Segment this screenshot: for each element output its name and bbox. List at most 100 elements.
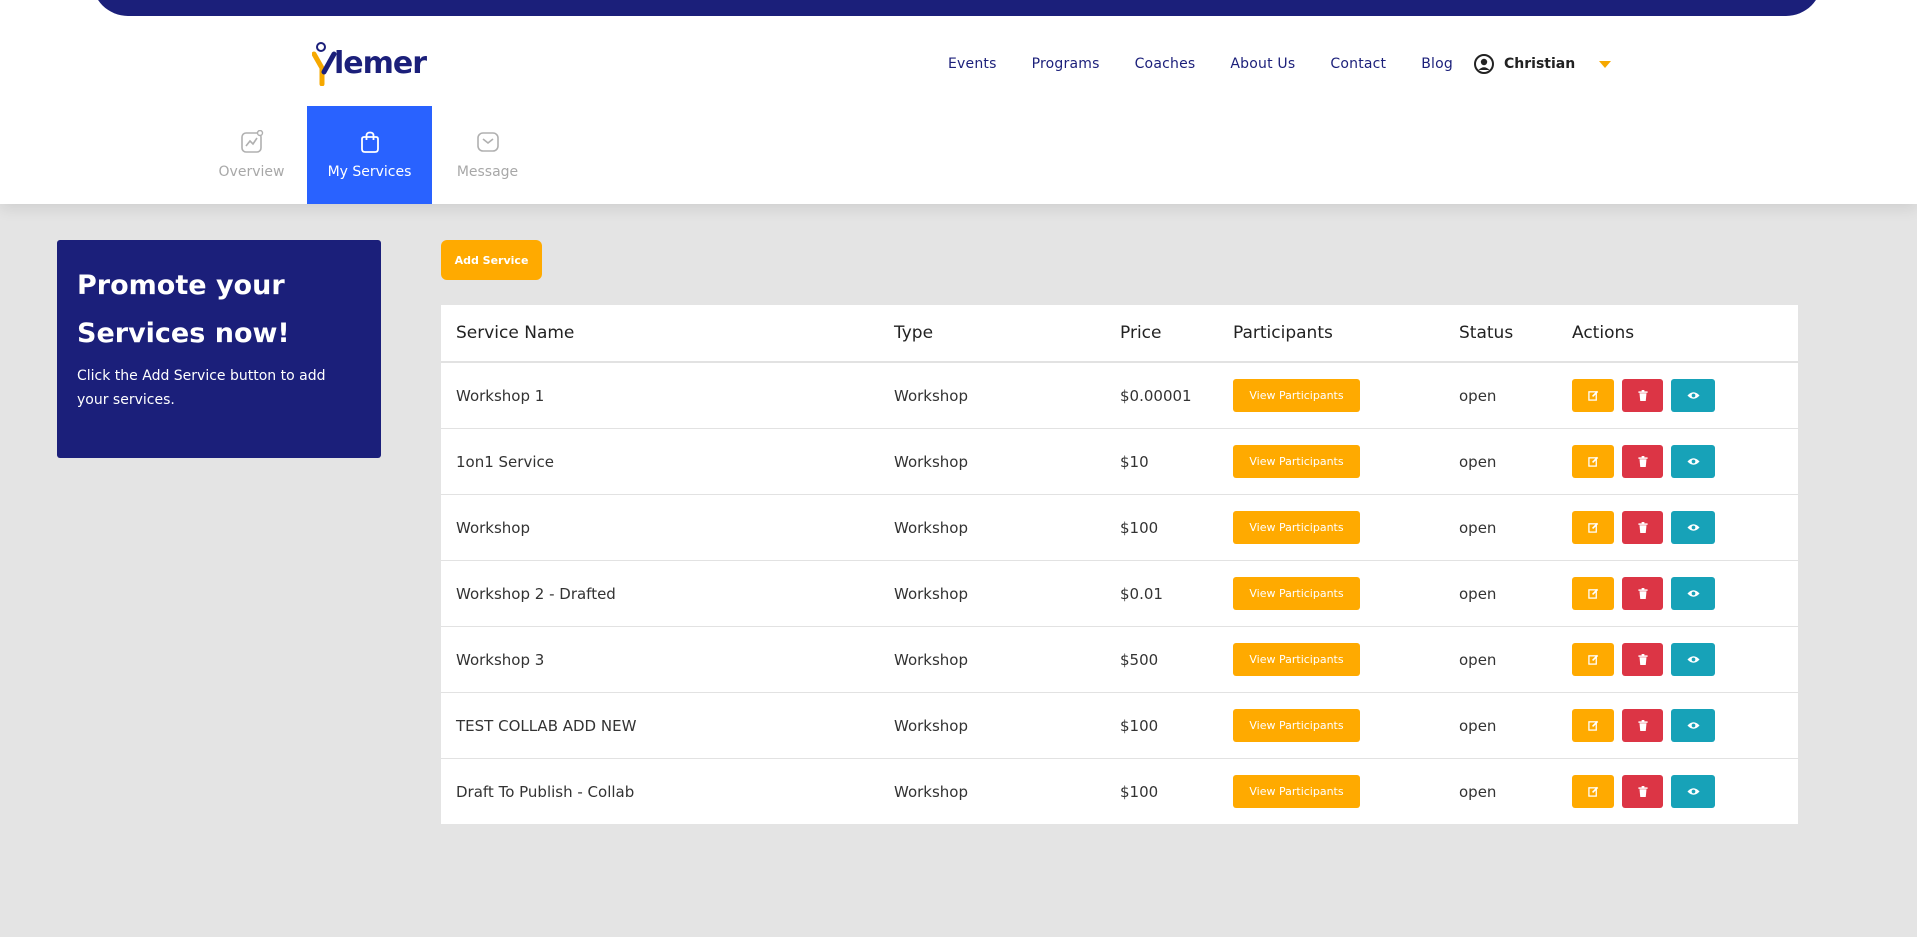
delete-button[interactable] bbox=[1622, 511, 1663, 544]
nav-events[interactable]: Events bbox=[948, 56, 997, 72]
service-price: $10 bbox=[1120, 452, 1149, 471]
service-status: open bbox=[1459, 452, 1497, 471]
tab-overview[interactable]: Overview bbox=[196, 106, 307, 204]
chevron-down-icon[interactable] bbox=[1599, 60, 1612, 68]
view-button[interactable] bbox=[1671, 577, 1715, 610]
participants-cell: View Participants bbox=[1233, 379, 1459, 412]
user-menu[interactable]: Christian bbox=[1474, 54, 1612, 74]
view-participants-button[interactable]: View Participants bbox=[1233, 775, 1360, 808]
promo-title: Promote your Services now! bbox=[77, 270, 290, 349]
view-participants-button[interactable]: View Participants bbox=[1233, 445, 1360, 478]
view-button[interactable] bbox=[1671, 379, 1715, 412]
service-status: open bbox=[1459, 782, 1497, 801]
delete-button[interactable] bbox=[1622, 577, 1663, 610]
trash-icon bbox=[1637, 654, 1648, 665]
service-status: open bbox=[1459, 650, 1497, 669]
service-name: Draft To Publish - Collab bbox=[456, 782, 635, 801]
edit-button[interactable] bbox=[1572, 775, 1614, 808]
service-type: Workshop bbox=[894, 386, 969, 405]
tab-message[interactable]: Message bbox=[432, 106, 543, 204]
trash-icon bbox=[1637, 720, 1648, 731]
service-type: Workshop bbox=[894, 650, 969, 669]
view-button[interactable] bbox=[1671, 709, 1715, 742]
service-name: Workshop 2 - Drafted bbox=[456, 584, 616, 603]
participants-cell: View Participants bbox=[1233, 643, 1459, 676]
header-service-name: Service Name bbox=[456, 323, 575, 343]
actions-cell bbox=[1572, 643, 1798, 676]
view-participants-button[interactable]: View Participants bbox=[1233, 511, 1360, 544]
nav-programs[interactable]: Programs bbox=[1032, 56, 1100, 72]
eye-icon bbox=[1686, 656, 1700, 663]
nav-contact[interactable]: Contact bbox=[1330, 56, 1386, 72]
view-participants-button[interactable]: View Participants bbox=[1233, 379, 1360, 412]
participants-cell: View Participants bbox=[1233, 709, 1459, 742]
view-button[interactable] bbox=[1671, 445, 1715, 478]
edit-button[interactable] bbox=[1572, 511, 1614, 544]
trash-icon bbox=[1637, 522, 1648, 533]
table-row: TEST COLLAB ADD NEW Workshop $100 View P… bbox=[441, 692, 1798, 758]
bag-icon bbox=[360, 131, 379, 153]
trash-icon bbox=[1637, 456, 1648, 467]
add-service-button[interactable]: Add Service bbox=[441, 240, 542, 280]
logo[interactable]: lemer bbox=[312, 32, 427, 86]
service-name: Workshop 1 bbox=[456, 386, 545, 405]
delete-button[interactable] bbox=[1622, 775, 1663, 808]
actions-cell bbox=[1572, 775, 1798, 808]
actions-cell bbox=[1572, 577, 1798, 610]
participants-cell: View Participants bbox=[1233, 577, 1459, 610]
view-button[interactable] bbox=[1671, 775, 1715, 808]
delete-button[interactable] bbox=[1622, 379, 1663, 412]
delete-button[interactable] bbox=[1622, 445, 1663, 478]
service-status: open bbox=[1459, 518, 1497, 537]
nav-about-us[interactable]: About Us bbox=[1230, 56, 1295, 72]
service-status: open bbox=[1459, 584, 1497, 603]
view-participants-button[interactable]: View Participants bbox=[1233, 709, 1360, 742]
edit-button[interactable] bbox=[1572, 379, 1614, 412]
edit-icon bbox=[1587, 588, 1598, 599]
view-button[interactable] bbox=[1671, 643, 1715, 676]
participants-cell: View Participants bbox=[1233, 511, 1459, 544]
service-type: Workshop bbox=[894, 452, 969, 471]
edit-icon bbox=[1587, 390, 1598, 401]
edit-button[interactable] bbox=[1572, 709, 1614, 742]
edit-button[interactable] bbox=[1572, 643, 1614, 676]
header-actions: Actions bbox=[1572, 323, 1635, 343]
promo-text: Click the Add Service button to add your… bbox=[77, 368, 326, 408]
view-participants-button[interactable]: View Participants bbox=[1233, 643, 1360, 676]
eye-icon bbox=[1686, 392, 1700, 399]
delete-button[interactable] bbox=[1622, 709, 1663, 742]
service-type: Workshop bbox=[894, 716, 969, 735]
edit-button[interactable] bbox=[1572, 445, 1614, 478]
view-participants-button[interactable]: View Participants bbox=[1233, 577, 1360, 610]
chart-icon bbox=[240, 130, 263, 153]
table-row: 1on1 Service Workshop $10 View Participa… bbox=[441, 428, 1798, 494]
tab-my-services[interactable]: My Services bbox=[307, 106, 432, 204]
participants-cell: View Participants bbox=[1233, 775, 1459, 808]
nav-coaches[interactable]: Coaches bbox=[1135, 56, 1196, 72]
nav-blog[interactable]: Blog bbox=[1421, 56, 1453, 72]
header-price: Price bbox=[1120, 323, 1162, 343]
service-price: $0.00001 bbox=[1120, 386, 1192, 405]
tab-overview-label: Overview bbox=[218, 164, 285, 180]
header-type: Type bbox=[894, 323, 934, 343]
trash-icon bbox=[1637, 390, 1648, 401]
eye-icon bbox=[1686, 788, 1700, 795]
edit-button[interactable] bbox=[1572, 577, 1614, 610]
table-row: Workshop 3 Workshop $500 View Participan… bbox=[441, 626, 1798, 692]
service-price: $500 bbox=[1120, 650, 1159, 669]
service-type: Workshop bbox=[894, 518, 969, 537]
user-name: Christian bbox=[1504, 56, 1576, 72]
header-status: Status bbox=[1459, 323, 1514, 343]
edit-icon bbox=[1587, 522, 1598, 533]
view-button[interactable] bbox=[1671, 511, 1715, 544]
logo-text: lemer bbox=[334, 46, 427, 81]
table-header-row: Service Name Type Price Participants Sta… bbox=[441, 305, 1798, 362]
envelope-icon bbox=[476, 132, 499, 152]
actions-cell bbox=[1572, 379, 1798, 412]
table-row: Workshop Workshop $100 View Participants… bbox=[441, 494, 1798, 560]
trash-icon bbox=[1637, 588, 1648, 599]
table-row: Workshop 1 Workshop $0.00001 View Partic… bbox=[441, 362, 1798, 428]
service-price: $100 bbox=[1120, 716, 1159, 735]
delete-button[interactable] bbox=[1622, 643, 1663, 676]
edit-icon bbox=[1587, 720, 1598, 731]
